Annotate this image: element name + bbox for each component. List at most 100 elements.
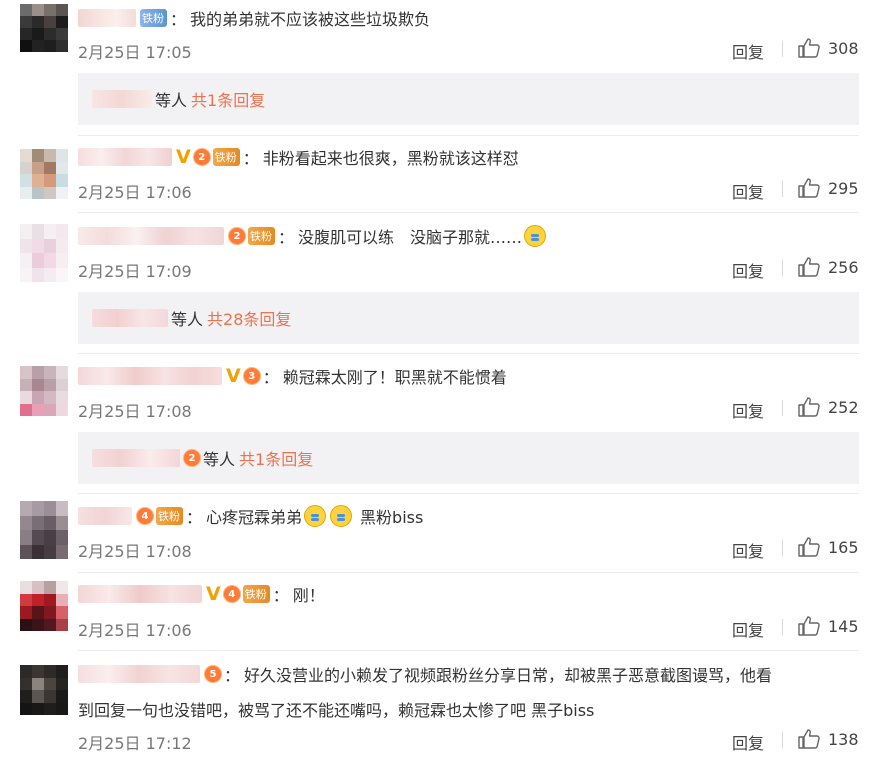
avatar[interactable]	[20, 149, 68, 199]
avatar-pixel	[44, 618, 56, 631]
thumbs-up-icon[interactable]	[798, 38, 820, 58]
username-blurred[interactable]	[78, 227, 224, 245]
reply-summary[interactable]: 等人 共28条回复	[78, 292, 859, 344]
comment-text-tail: 黑粉biss	[360, 508, 424, 527]
like-count: 165	[828, 538, 859, 557]
avatar-pixel	[20, 403, 32, 416]
people-suffix: 等人	[203, 450, 236, 469]
avatar-pixel	[20, 702, 32, 715]
avatar[interactable]	[20, 581, 68, 631]
colon: ：	[278, 228, 295, 247]
thumbs-up-icon[interactable]	[798, 178, 820, 198]
avatar-pixel	[32, 702, 44, 715]
username-blurred[interactable]	[78, 507, 132, 525]
avatar-pixel	[20, 544, 32, 559]
reply-button[interactable]: 回复	[732, 258, 764, 282]
divider	[782, 619, 783, 635]
avatar-pixel	[20, 161, 32, 174]
avatar-pixel	[32, 366, 44, 379]
avatar-pixel	[32, 40, 44, 52]
avatar-pixel	[44, 677, 56, 690]
reply-button[interactable]: 回复	[732, 538, 764, 562]
avatar-pixel	[44, 665, 56, 678]
reply-count-link[interactable]: 共1条回复	[239, 446, 313, 470]
comment-time: 2月25日 17:08	[78, 402, 192, 421]
like-count: 145	[828, 617, 859, 636]
avatar-pixel	[32, 16, 44, 28]
fan-badge: 铁粉	[212, 148, 240, 166]
divider	[782, 260, 783, 276]
avatar-pixel	[20, 581, 32, 594]
reply-button[interactable]: 回复	[732, 730, 764, 754]
avatar-pixel	[44, 149, 56, 162]
avatar-pixel	[32, 530, 44, 545]
reply-count-link[interactable]: 共28条回复	[207, 306, 291, 330]
like-count: 295	[828, 179, 859, 198]
comment-text: 赖冠霖太刚了！职黑就不能惯着	[282, 368, 507, 387]
avatar-pixel	[44, 391, 56, 404]
fan-badge: 铁粉	[140, 9, 167, 27]
avatar[interactable]	[20, 366, 68, 416]
verified-v-icon: V	[206, 582, 221, 605]
username-blurred[interactable]	[78, 9, 136, 27]
avatar-pixel	[20, 677, 32, 690]
replier-blurred	[92, 90, 152, 108]
avatar-pixel	[56, 530, 68, 545]
avatar-pixel	[32, 501, 44, 516]
avatar-pixel	[32, 224, 44, 239]
username-blurred[interactable]	[78, 148, 172, 166]
colon: ：	[242, 149, 259, 168]
avatar-pixel	[32, 28, 44, 40]
reply-summary[interactable]: 等人 共1条回复	[78, 73, 859, 125]
avatar-pixel	[56, 16, 68, 28]
like-count: 256	[828, 258, 859, 277]
thumbs-up-icon[interactable]	[798, 397, 820, 417]
fan-level-crown-icon: 2	[192, 148, 211, 166]
people-suffix: 等人	[171, 310, 204, 329]
avatar-pixel	[20, 238, 32, 253]
reply-button[interactable]: 回复	[732, 398, 764, 422]
reply-button[interactable]: 回复	[732, 179, 764, 203]
thumbs-up-icon[interactable]	[798, 537, 820, 557]
username-blurred[interactable]	[78, 585, 202, 603]
avatar-pixel	[20, 28, 32, 40]
thumbs-up-icon[interactable]	[798, 616, 820, 636]
avatar-pixel	[32, 690, 44, 703]
username-blurred[interactable]	[78, 367, 222, 385]
comment-text: 非粉看起来也很爽，黑粉就该这样怼	[262, 149, 519, 168]
comment-text: 好久没营业的小赖发了视频跟粉丝分享日常，却被黑子恶意截图谩骂，他看	[244, 666, 773, 685]
avatar-pixel	[32, 544, 44, 559]
avatar-pixel	[20, 530, 32, 545]
avatar-pixel	[44, 593, 56, 606]
avatar-pixel	[44, 690, 56, 703]
fan-level-crown-icon: 4	[136, 507, 154, 525]
reply-button[interactable]: 回复	[732, 617, 764, 641]
avatar-pixel	[44, 606, 56, 619]
avatar-pixel	[56, 267, 68, 282]
avatar[interactable]	[20, 665, 68, 715]
avatar-pixel	[56, 690, 68, 703]
avatar-pixel	[32, 149, 44, 162]
avatar[interactable]	[20, 501, 68, 559]
avatar-pixel	[44, 378, 56, 391]
avatar-pixel	[44, 16, 56, 28]
avatar-pixel	[56, 378, 68, 391]
crying-emoji-icon	[524, 225, 547, 247]
avatar-pixel	[32, 378, 44, 391]
thumbs-up-icon[interactable]	[798, 257, 820, 277]
avatar-pixel	[56, 665, 68, 678]
avatar-pixel	[32, 161, 44, 174]
reply-button[interactable]: 回复	[732, 39, 764, 63]
reply-summary[interactable]: 2 等人 共1条回复	[78, 432, 859, 484]
reply-count-link[interactable]: 共1条回复	[191, 87, 265, 111]
fan-level-crown-icon: 3	[242, 367, 261, 385]
colon: ：	[262, 368, 279, 387]
avatar-pixel	[56, 224, 68, 239]
thumbs-up-icon[interactable]	[798, 729, 820, 749]
avatar[interactable]	[20, 224, 68, 282]
avatar[interactable]	[20, 4, 68, 52]
avatar-pixel	[44, 28, 56, 40]
username-blurred[interactable]	[78, 665, 200, 683]
avatar-pixel	[56, 40, 68, 52]
comment-time: 2月25日 17:12	[78, 734, 192, 753]
